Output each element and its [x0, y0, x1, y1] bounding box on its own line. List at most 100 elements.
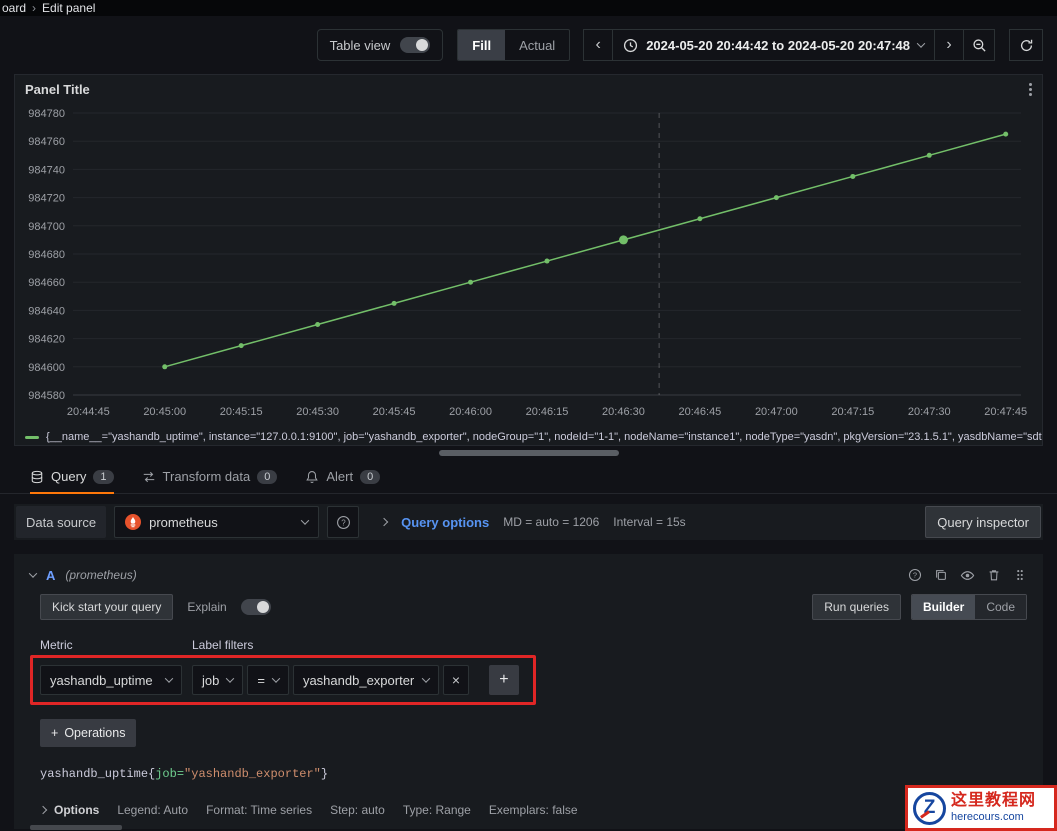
panel-menu-icon[interactable] [1029, 82, 1032, 96]
datasource-picker[interactable]: prometheus [114, 506, 320, 538]
svg-text:20:45:45: 20:45:45 [373, 406, 416, 418]
options-legend: Legend: Auto [117, 803, 189, 817]
refresh-button[interactable] [1009, 29, 1043, 61]
panel-title: Panel Title [25, 81, 90, 97]
filter-operator-select[interactable]: = [247, 665, 289, 695]
chevron-right-icon[interactable] [379, 517, 389, 527]
tab-transform-data[interactable]: Transform data 0 [142, 460, 278, 493]
svg-text:984600: 984600 [28, 362, 65, 374]
table-view-toggle[interactable] [400, 37, 431, 53]
collapse-chevron-icon[interactable] [28, 569, 38, 578]
explain-toggle[interactable] [240, 599, 271, 615]
actual-option[interactable]: Actual [505, 30, 569, 60]
zoom-out-time-button[interactable] [963, 29, 995, 61]
legend-scrollbar [0, 446, 1057, 460]
filter-label-select[interactable]: job [192, 665, 244, 695]
bell-icon [305, 470, 319, 484]
query-options-footer: Options Legend: Auto Format: Time series… [30, 803, 1027, 817]
chevron-down-icon [164, 674, 174, 683]
tab-query-badge: 1 [93, 469, 114, 484]
svg-text:20:46:15: 20:46:15 [526, 406, 569, 418]
svg-text:984580: 984580 [28, 390, 65, 402]
query-options-link[interactable]: Query options [401, 515, 489, 530]
options-exemplars: Exemplars: false [488, 803, 578, 817]
trash-icon[interactable] [987, 568, 1001, 582]
run-queries-button[interactable]: Run queries [812, 594, 901, 620]
metric-select[interactable]: yashandb_uptime [40, 665, 182, 695]
metric-label: Metric [40, 638, 73, 652]
scrollbar-thumb[interactable] [438, 450, 619, 456]
tab-alert-badge: 0 [360, 469, 381, 484]
chevron-down-icon [271, 674, 281, 683]
plus-icon: + [499, 671, 509, 688]
chevron-down-icon [226, 674, 235, 683]
explain-label: Explain [187, 600, 227, 614]
svg-text:20:47:15: 20:47:15 [831, 406, 874, 418]
preview-close-brace: } [320, 767, 329, 781]
query-ref-id[interactable]: A [46, 568, 55, 583]
plus-icon: + [51, 726, 59, 740]
tab-query[interactable]: Query 1 [30, 460, 114, 494]
table-view-control: Table view [316, 29, 444, 61]
tab-transform-label: Transform data [162, 469, 251, 484]
interval-text: Interval = 15s [613, 515, 686, 529]
duplicate-icon[interactable] [934, 568, 948, 582]
eye-icon[interactable] [960, 568, 975, 583]
breadcrumb: oard › Edit panel [0, 0, 1057, 16]
fill-option[interactable]: Fill [458, 30, 506, 60]
svg-text:20:45:00: 20:45:00 [143, 406, 186, 418]
tab-alert[interactable]: Alert 0 [305, 460, 381, 493]
legend-series-label[interactable]: {__name__="yashandb_uptime", instance="1… [46, 431, 1042, 443]
close-icon: × [451, 672, 461, 688]
time-shift-back-button[interactable]: ‹ [583, 29, 614, 61]
svg-text:20:46:45: 20:46:45 [678, 406, 721, 418]
options-format: Format: Time series [206, 803, 313, 817]
options-collapse[interactable]: Options [38, 803, 100, 817]
svg-text:984700: 984700 [28, 221, 65, 233]
builder-mode-option[interactable]: Builder [911, 595, 976, 619]
watermark-badge: Z 这里教程网 herecours.com [905, 785, 1057, 831]
preview-label: job= [155, 767, 185, 781]
preview-metric: yashandb_uptime [40, 767, 149, 781]
datasource-label: Data source [16, 506, 107, 538]
query-toolbar-row: Kick start your query Explain Run querie… [30, 594, 1027, 620]
zoom-out-icon [972, 38, 987, 53]
query-header-actions: ? [908, 568, 1027, 583]
filter-value-select[interactable]: yashandb_exporter [292, 665, 439, 695]
remove-filter-button[interactable]: × [442, 665, 469, 695]
kick-start-query-button[interactable]: Kick start your query [40, 594, 174, 620]
tab-alert-label: Alert [326, 469, 354, 484]
legend-swatch-icon [25, 435, 39, 439]
max-data-points-text: MD = auto = 1206 [503, 515, 600, 529]
chart-legend: {__name__="yashandb_uptime", instance="1… [15, 428, 1042, 446]
svg-text:984620: 984620 [28, 334, 65, 346]
timeseries-chart[interactable]: 984580 984600 984620 984640 984660 984680 9847… [15, 103, 1028, 425]
prometheus-logo-icon [125, 514, 142, 530]
builder-field-labels: Metric Label filters [30, 638, 1027, 652]
fill-actual-segment: Fill Actual [457, 29, 571, 61]
datasource-help-button[interactable]: ? [327, 506, 360, 538]
watermark-logo-icon: Z [913, 791, 946, 825]
operations-button-label: Operations [64, 726, 126, 740]
builder-code-segment: Builder Code [910, 594, 1027, 620]
drag-handle-icon[interactable] [1013, 568, 1027, 582]
add-filter-button[interactable]: + [488, 665, 519, 695]
query-datasource-hint: (prometheus) [65, 568, 137, 582]
time-shift-forward-button[interactable]: › [934, 29, 964, 61]
options-label: Options [54, 803, 100, 817]
query-inspector-button[interactable]: Query inspector [925, 506, 1041, 538]
help-circle-icon[interactable]: ? [908, 568, 922, 582]
time-range-picker[interactable]: 2024-05-20 20:44:42 to 2024-05-20 20:47:… [612, 29, 935, 61]
svg-text:20:45:30: 20:45:30 [296, 406, 339, 418]
code-mode-option[interactable]: Code [975, 595, 1026, 619]
highlight-rectangle: yashandb_uptime job = yashandb_exporter … [30, 655, 536, 705]
panel: Panel Title 984580 984600 984620 984640 9846… [14, 74, 1043, 446]
edit-panel-toolbar: Table view Fill Actual ‹ 2024-05-20 20:4… [0, 16, 1057, 74]
datasource-selected: prometheus [149, 514, 218, 530]
chevron-down-icon [916, 39, 926, 48]
add-operations-button[interactable]: + Operations [40, 719, 137, 747]
bottom-scrollbar-thumb[interactable] [30, 825, 122, 830]
breadcrumb-parent[interactable]: oard [2, 1, 26, 15]
help-circle-icon: ? [336, 515, 351, 530]
watermark-site-url: herecours.com [951, 810, 1024, 823]
